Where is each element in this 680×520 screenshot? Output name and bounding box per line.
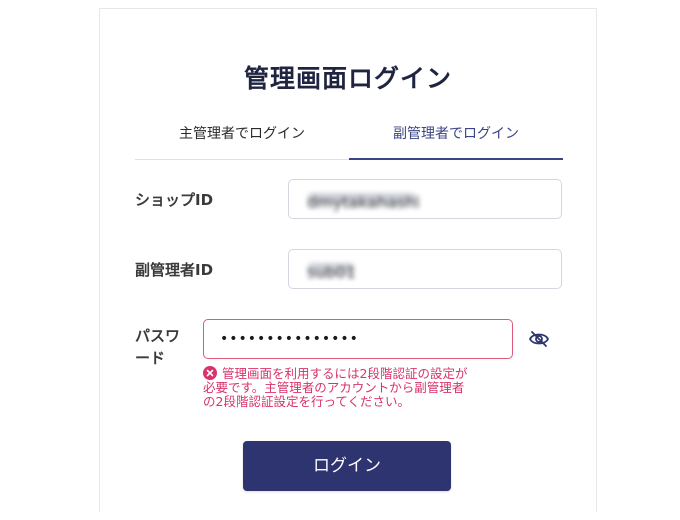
sub-admin-id-input[interactable]: sub01 — [288, 249, 562, 289]
password-label: パスワ ード — [135, 325, 180, 369]
error-text-line2: 必要です。主管理者のアカウントから副管理者 — [203, 380, 465, 395]
tab-sub-admin[interactable]: 副管理者でログイン — [349, 121, 563, 160]
eye-slash-icon[interactable] — [528, 329, 550, 349]
login-tabs: 主管理者でログイン 副管理者でログイン — [135, 121, 563, 160]
password-label-line1: パスワ — [135, 327, 181, 345]
password-label-line2: ード — [135, 349, 166, 367]
error-text-line3: の2段階認証設定を行ってください。 — [203, 394, 410, 409]
page-title: 管理画面ログイン — [243, 64, 452, 93]
error-circle-icon — [203, 366, 217, 380]
shop-id-input[interactable]: dmytakahashi — [288, 179, 562, 219]
shop-id-value: dmytakahashi — [307, 193, 420, 212]
shop-id-label: ショップID — [135, 191, 214, 209]
error-text-line1: 管理画面を利用するには2段階認証の設定が — [222, 366, 468, 381]
error-message: 管理画面を利用するには2段階認証の設定が 必要です。主管理者のアカウントから副管… — [203, 366, 518, 409]
password-input[interactable]: ••••••••••••••• — [203, 319, 513, 359]
tab-primary-admin[interactable]: 主管理者でログイン — [135, 121, 349, 159]
login-button[interactable]: ログイン — [243, 441, 451, 491]
sub-admin-id-value: sub01 — [307, 263, 356, 282]
login-card: 管理画面ログイン 主管理者でログイン 副管理者でログイン ショップID dmyt… — [99, 8, 597, 512]
sub-admin-id-label: 副管理者ID — [135, 261, 214, 279]
